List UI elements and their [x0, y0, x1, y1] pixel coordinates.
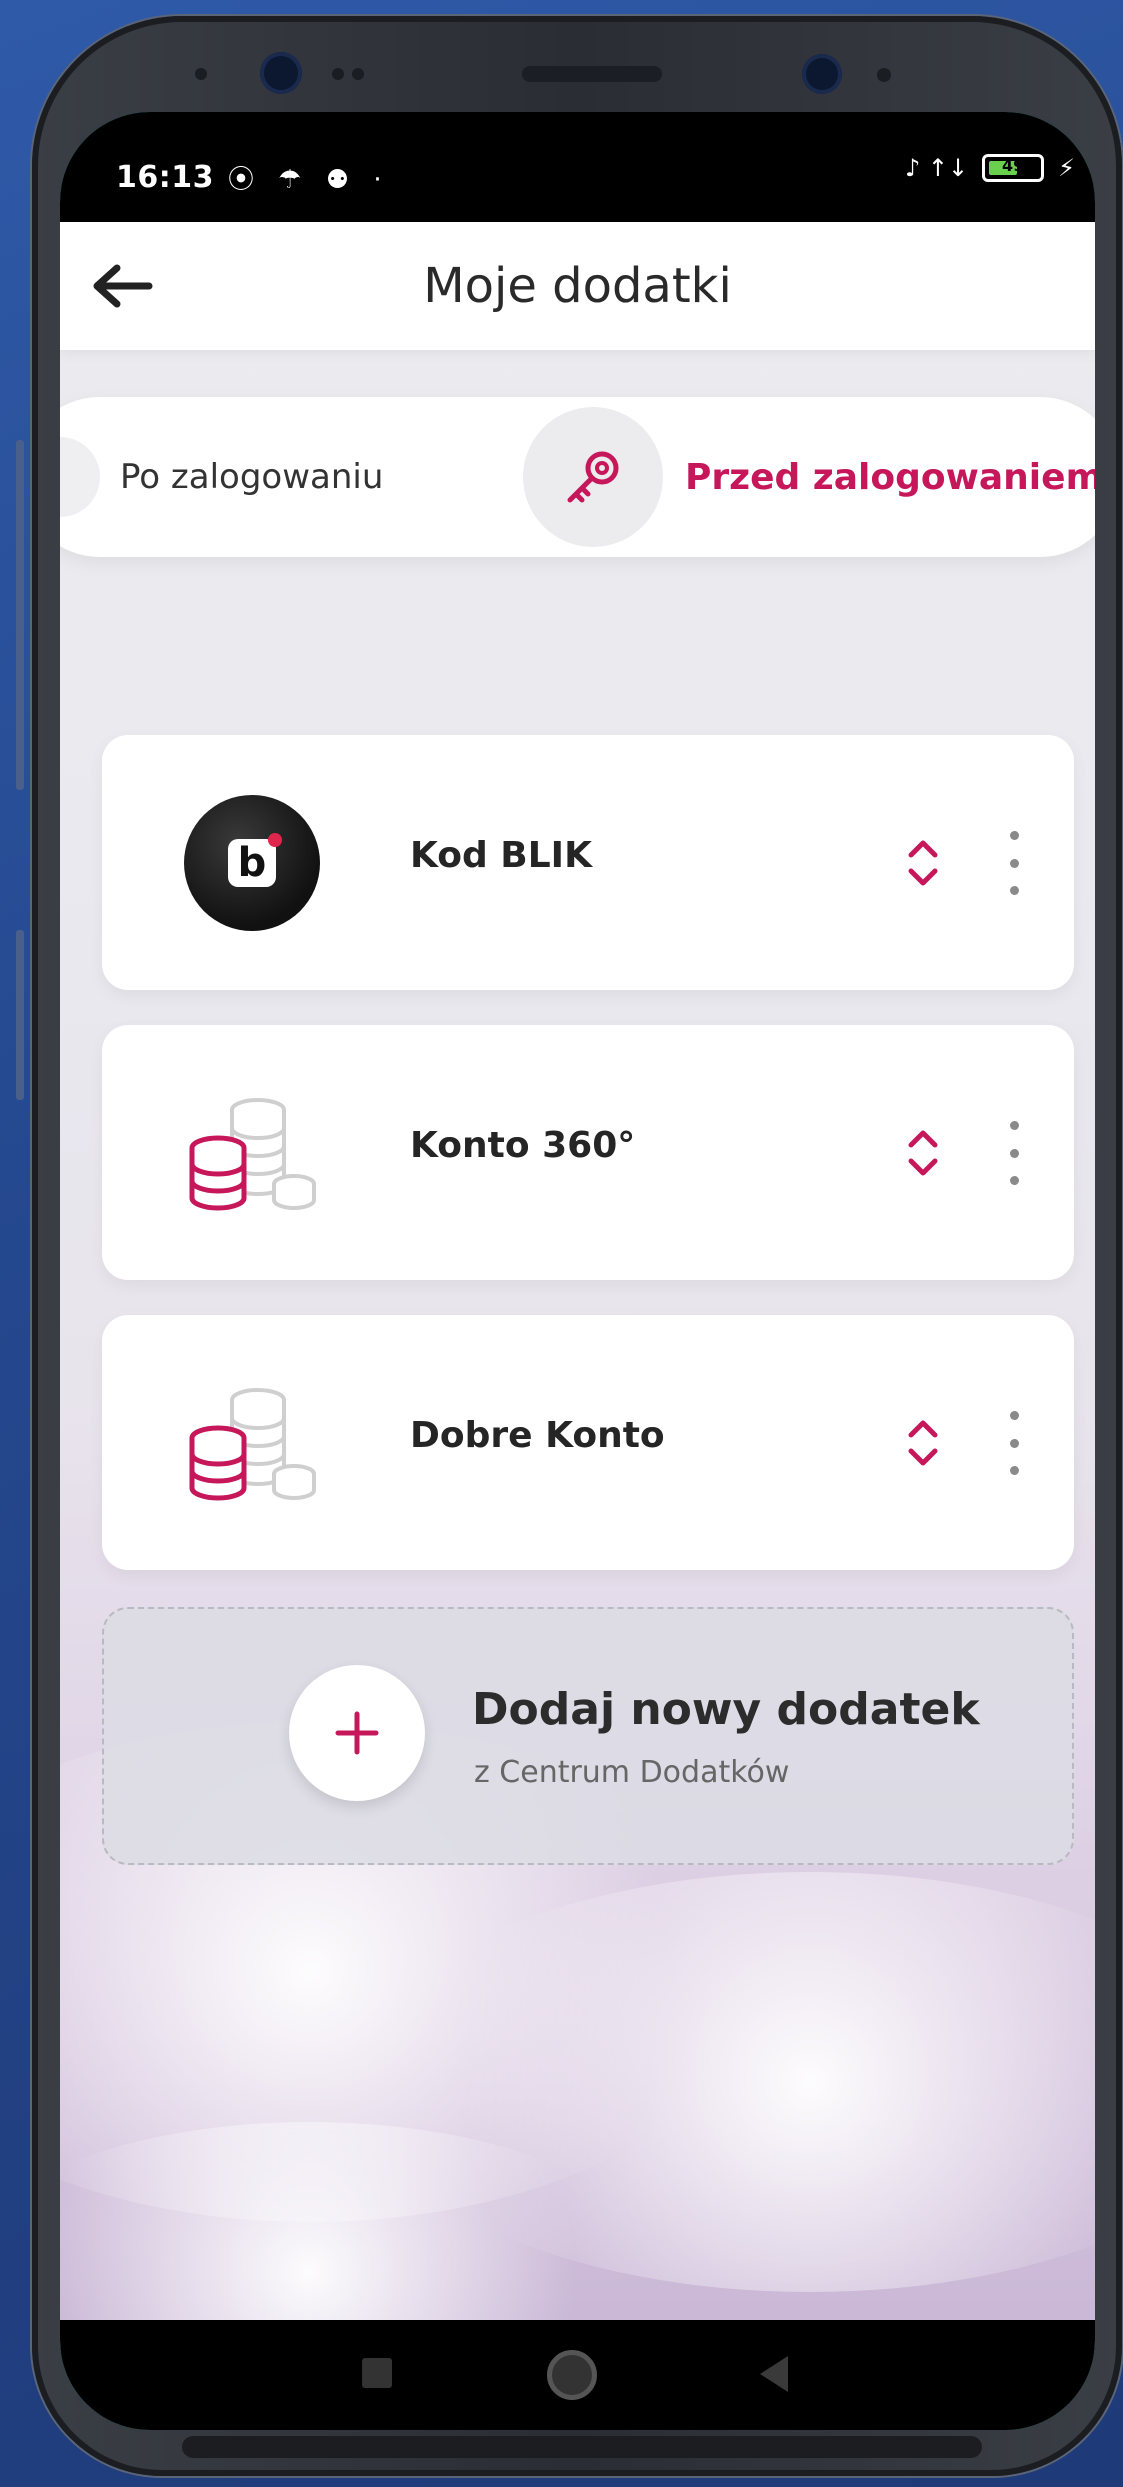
sensor-dot: [195, 68, 207, 80]
addon-icon: [182, 1373, 322, 1513]
signal-icon: ♪ ↑↓: [904, 154, 969, 182]
phone-frame: 16:13 ⦿ ☂ ⚉ · ♪ ↑↓ 49 ⚡ Moje dodatki Po …: [32, 16, 1122, 2476]
sort-chevrons-icon: [908, 1420, 938, 1466]
add-addon-card[interactable]: Dodaj nowy dodatek z Centrum Dodatków: [102, 1607, 1074, 1865]
phone-side-button-upper: [16, 440, 24, 790]
sensor-dot: [332, 68, 344, 80]
tab-after-login-label: Po zalogowaniu: [120, 457, 384, 497]
tab-after-login[interactable]: Po zalogowaniu: [60, 397, 383, 557]
app-header: Moje dodatki: [60, 222, 1095, 350]
plus-icon: [335, 1711, 379, 1755]
phone-side-button-lower: [16, 930, 24, 1100]
tab-switcher: Po zalogowaniu Przed zalogowaniem: [60, 397, 1095, 557]
more-options-button[interactable]: [994, 1115, 1034, 1191]
addon-card[interactable]: b Kod BLIK: [102, 735, 1074, 990]
arrow-left-icon: [93, 264, 153, 308]
add-addon-subtitle: z Centrum Dodatków: [474, 1755, 790, 1790]
front-camera-secondary: [802, 54, 842, 94]
kebab-menu-icon: [1009, 831, 1019, 840]
tab-before-login-label: Przed zalogowaniem: [685, 456, 1095, 498]
add-addon-title: Dodaj nowy dodatek: [472, 1684, 980, 1735]
addon-label: Kod BLIK: [410, 835, 592, 876]
android-nav-bar: [60, 2320, 1095, 2430]
coins-icon: [189, 1388, 316, 1501]
addon-label: Dobre Konto: [410, 1415, 665, 1456]
screen: 16:13 ⦿ ☂ ⚉ · ♪ ↑↓ 49 ⚡ Moje dodatki Po …: [60, 112, 1095, 2430]
addon-card[interactable]: Dobre Konto: [102, 1315, 1074, 1570]
sensor-dot: [877, 68, 891, 82]
sort-chevrons-icon: [908, 840, 938, 886]
page-title: Moje dodatki: [423, 258, 732, 314]
sensor-dot: [352, 68, 364, 80]
sort-chevrons-icon: [908, 1130, 938, 1176]
front-camera: [260, 52, 302, 94]
addon-label: Konto 360°: [410, 1125, 636, 1166]
addon-icon: b: [182, 793, 322, 933]
status-time: 16:13: [116, 159, 214, 195]
status-right-group: ♪ ↑↓ 49 ⚡: [905, 154, 1075, 182]
tab-before-login[interactable]: Przed zalogowaniem: [523, 407, 1095, 547]
reorder-button[interactable]: [888, 1405, 958, 1481]
status-notification-icons: ⦿ ☂ ⚉ ·: [228, 164, 390, 195]
charging-icon: ⚡: [1058, 154, 1075, 182]
more-options-button[interactable]: [994, 825, 1034, 901]
tab-after-login-icon: [60, 437, 100, 517]
kebab-menu-icon: [1009, 1121, 1019, 1130]
phone-top-bezel: [32, 16, 1122, 116]
coins-icon: [189, 1098, 316, 1211]
blik-logo-icon: b: [184, 795, 320, 931]
app-content: Moje dodatki Po zalogowaniu Przed zalogo…: [60, 222, 1095, 2352]
add-addon-button[interactable]: [289, 1665, 425, 1801]
earpiece-speaker: [522, 66, 662, 82]
kebab-menu-icon: [1009, 1411, 1019, 1420]
back-button[interactable]: [90, 254, 154, 318]
status-bar: 16:13 ⦿ ☂ ⚉ · ♪ ↑↓ 49 ⚡: [60, 112, 1095, 222]
tab-before-login-icon-wrap: [523, 407, 663, 547]
addon-icon: [182, 1083, 322, 1223]
reorder-button[interactable]: [888, 1115, 958, 1191]
battery-level: 49: [1002, 156, 1025, 175]
nav-back-button[interactable]: [760, 2356, 788, 2392]
key-icon: [567, 451, 619, 503]
reorder-button[interactable]: [888, 825, 958, 901]
phone-bottom-bezel: [182, 2436, 982, 2458]
home-button[interactable]: [547, 2350, 597, 2400]
battery-icon: 49: [982, 154, 1045, 182]
recents-button[interactable]: [362, 2358, 392, 2388]
addon-card[interactable]: Konto 360°: [102, 1025, 1074, 1280]
more-options-button[interactable]: [994, 1405, 1034, 1481]
